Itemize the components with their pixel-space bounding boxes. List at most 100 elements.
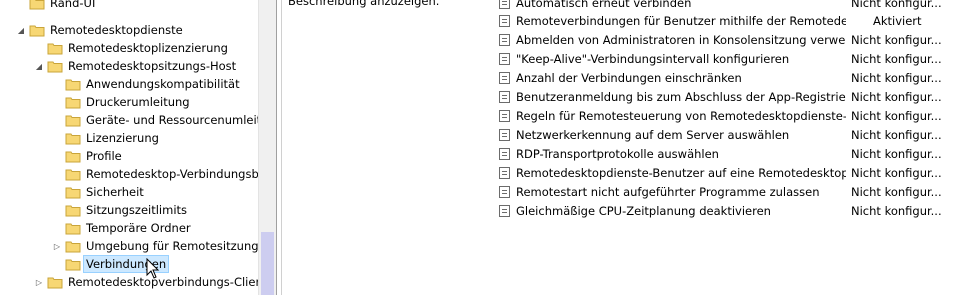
tree-expander[interactable] [52, 255, 62, 273]
setting-state: Nicht konfigur... [851, 90, 942, 104]
tree-item-remotedesktopsitzungs-host[interactable]: ◢ Remotedesktopsitzungs-Host [34, 57, 236, 75]
folder-icon [65, 222, 81, 235]
tree-item-label: Remotedesktoplizenzierung [68, 41, 228, 55]
policy-setting-icon [499, 205, 510, 217]
tree-expander[interactable] [34, 39, 44, 57]
tree-item-remotedesktopdienste[interactable]: ◢ Remotedesktopdienste [16, 21, 183, 39]
setting-state: Nicht konfigur... [851, 185, 942, 199]
setting-row[interactable]: RDP-Transportprotokolle auswählen Nicht … [499, 145, 963, 163]
tree-item-geraete-ressourcenumleitung[interactable]: Geräte- und Ressourcenumleitung [52, 111, 258, 129]
setting-state: Nicht konfigur... [851, 128, 942, 142]
folder-icon [47, 60, 63, 73]
tree-item-label: Umgebung für Remotesitzung [86, 239, 258, 253]
policy-setting-icon [499, 110, 510, 122]
folder-icon [47, 276, 63, 289]
setting-row[interactable]: "Keep-Alive"-Verbindungsintervall konfig… [499, 50, 963, 68]
setting-name: Anzahl der Verbindungen einschränken [516, 71, 742, 85]
tree-expander[interactable] [52, 183, 62, 201]
policy-setting-icon [499, 34, 510, 46]
setting-state: Nicht konfigur... [851, 71, 942, 85]
setting-name: Netzwerkerkennung auf dem Server auswähl… [516, 128, 790, 142]
tree-item-temporaere-ordner[interactable]: Temporäre Ordner [52, 219, 191, 237]
folder-icon [65, 204, 81, 217]
setting-row[interactable]: Remotestart nicht aufgeführter Programme… [499, 183, 963, 201]
description-text: Beschreibung anzuzeigen. [288, 0, 440, 8]
expanded-arrow-icon[interactable]: ◢ [16, 21, 26, 39]
tree-expander[interactable] [52, 129, 62, 147]
pane-splitter[interactable] [276, 0, 282, 295]
mouse-pointer-icon [146, 257, 160, 283]
policy-setting-icon [499, 129, 510, 141]
folder-icon [29, 24, 45, 37]
tree-item-label: Sitzungszeitlimits [86, 203, 188, 217]
setting-row[interactable]: Netzwerkerkennung auf dem Server auswähl… [499, 126, 963, 144]
tree-pane[interactable]: Rand-UI ◢ Remotedesktopdienste Remotedes… [0, 0, 258, 295]
setting-row[interactable]: Abmelden von Administratoren in Konsolen… [499, 31, 963, 49]
setting-row[interactable]: Gleichmäßige CPU-Zeitplanung deaktiviere… [499, 202, 963, 220]
tree-expander[interactable] [16, 0, 26, 12]
policy-setting-icon [499, 0, 510, 9]
folder-icon [29, 0, 45, 10]
setting-row[interactable]: Remoteverbindungen für Benutzer mithilfe… [499, 12, 963, 30]
setting-row[interactable]: Benutzeranmeldung bis zum Abschluss der … [499, 88, 963, 106]
setting-name: Abmelden von Administratoren in Konsolen… [516, 33, 846, 47]
setting-state: Nicht konfigur... [851, 0, 942, 10]
settings-list[interactable]: Automatisch erneut verbinden Nicht konfi… [499, 0, 963, 295]
folder-icon [65, 150, 81, 163]
tree-item-label: Druckerumleitung [86, 95, 190, 109]
tree-item-label: Remotedesktopdienste [50, 23, 183, 37]
tree-expander[interactable] [52, 219, 62, 237]
collapsed-arrow-icon[interactable]: ▷ [34, 273, 44, 291]
tree-item-label: Rand-UI [50, 0, 96, 10]
tree-item-verbindungsbroker[interactable]: Remotedesktop-Verbindungsbroker [52, 165, 258, 183]
policy-setting-icon [499, 53, 510, 65]
tree-item-umgebung-remotesitzung[interactable]: ▷ Umgebung für Remotesitzung [52, 237, 258, 255]
policy-setting-icon [499, 91, 510, 103]
setting-state: Nicht konfigur... [851, 52, 942, 66]
tree-item-rand-ui[interactable]: Rand-UI [16, 0, 95, 12]
setting-row[interactable]: Regeln für Remotesteuerung von Remotedes… [499, 107, 963, 125]
tree-item-label: Geräte- und Ressourcenumleitung [86, 113, 258, 127]
tree-vertical-scrollbar[interactable] [258, 0, 276, 295]
setting-name: Benutzeranmeldung bis zum Abschluss der … [516, 90, 846, 104]
tree-expander[interactable] [52, 147, 62, 165]
policy-setting-icon [499, 72, 510, 84]
tree-item-anwendungskompatibilitaet[interactable]: Anwendungskompatibilität [52, 75, 240, 93]
policy-setting-icon [499, 148, 510, 160]
tree-item-label: Sicherheit [86, 185, 144, 199]
tree-item-druckerumleitung[interactable]: Druckerumleitung [52, 93, 190, 111]
tree-expander[interactable] [52, 111, 62, 129]
tree-item-label: Anwendungskompatibilität [86, 77, 240, 91]
expanded-arrow-icon[interactable]: ◢ [34, 57, 44, 75]
policy-setting-icon [499, 167, 510, 179]
setting-name: Remotestart nicht aufgeführter Programme… [516, 185, 820, 199]
folder-icon [65, 132, 81, 145]
tree-item-sitzungszeitlimits[interactable]: Sitzungszeitlimits [52, 201, 187, 219]
tree-item-sicherheit[interactable]: Sicherheit [52, 183, 144, 201]
setting-state: Nicht konfigur... [851, 33, 942, 47]
tree-item-label: Remotedesktop-Verbindungsbroker [86, 167, 258, 181]
setting-state: Nicht konfigur... [851, 109, 942, 123]
setting-name: Automatisch erneut verbinden [516, 0, 692, 10]
collapsed-arrow-icon[interactable]: ▷ [52, 237, 62, 255]
setting-row[interactable]: Anzahl der Verbindungen einschränken Nic… [499, 69, 963, 87]
tree-item-profile[interactable]: Profile [52, 147, 122, 165]
tree-expander[interactable] [52, 201, 62, 219]
setting-row[interactable]: Remotedesktopdienste-Benutzer auf eine R… [499, 164, 963, 182]
tree-item-label: Remotedesktopverbindungs-Client [68, 275, 258, 289]
tree-expander[interactable] [52, 165, 62, 183]
folder-open-icon [65, 258, 81, 271]
tree-item-remotedesktoplizenzierung[interactable]: Remotedesktoplizenzierung [34, 39, 228, 57]
tree-item-lizenzierung[interactable]: Lizenzierung [52, 129, 159, 147]
tree-item-label: Temporäre Ordner [86, 221, 191, 235]
setting-name: RDP-Transportprotokolle auswählen [516, 147, 719, 161]
policy-setting-icon [499, 186, 510, 198]
tree-expander[interactable] [52, 75, 62, 93]
tree-expander[interactable] [52, 93, 62, 111]
setting-row[interactable]: Automatisch erneut verbinden Nicht konfi… [499, 0, 963, 12]
folder-icon [47, 42, 63, 55]
scrollbar-thumb[interactable] [261, 232, 274, 295]
setting-name: Regeln für Remotesteuerung von Remotedes… [516, 109, 846, 123]
tree-item-label: Profile [86, 149, 122, 163]
setting-name: "Keep-Alive"-Verbindungsintervall konfig… [516, 52, 790, 66]
